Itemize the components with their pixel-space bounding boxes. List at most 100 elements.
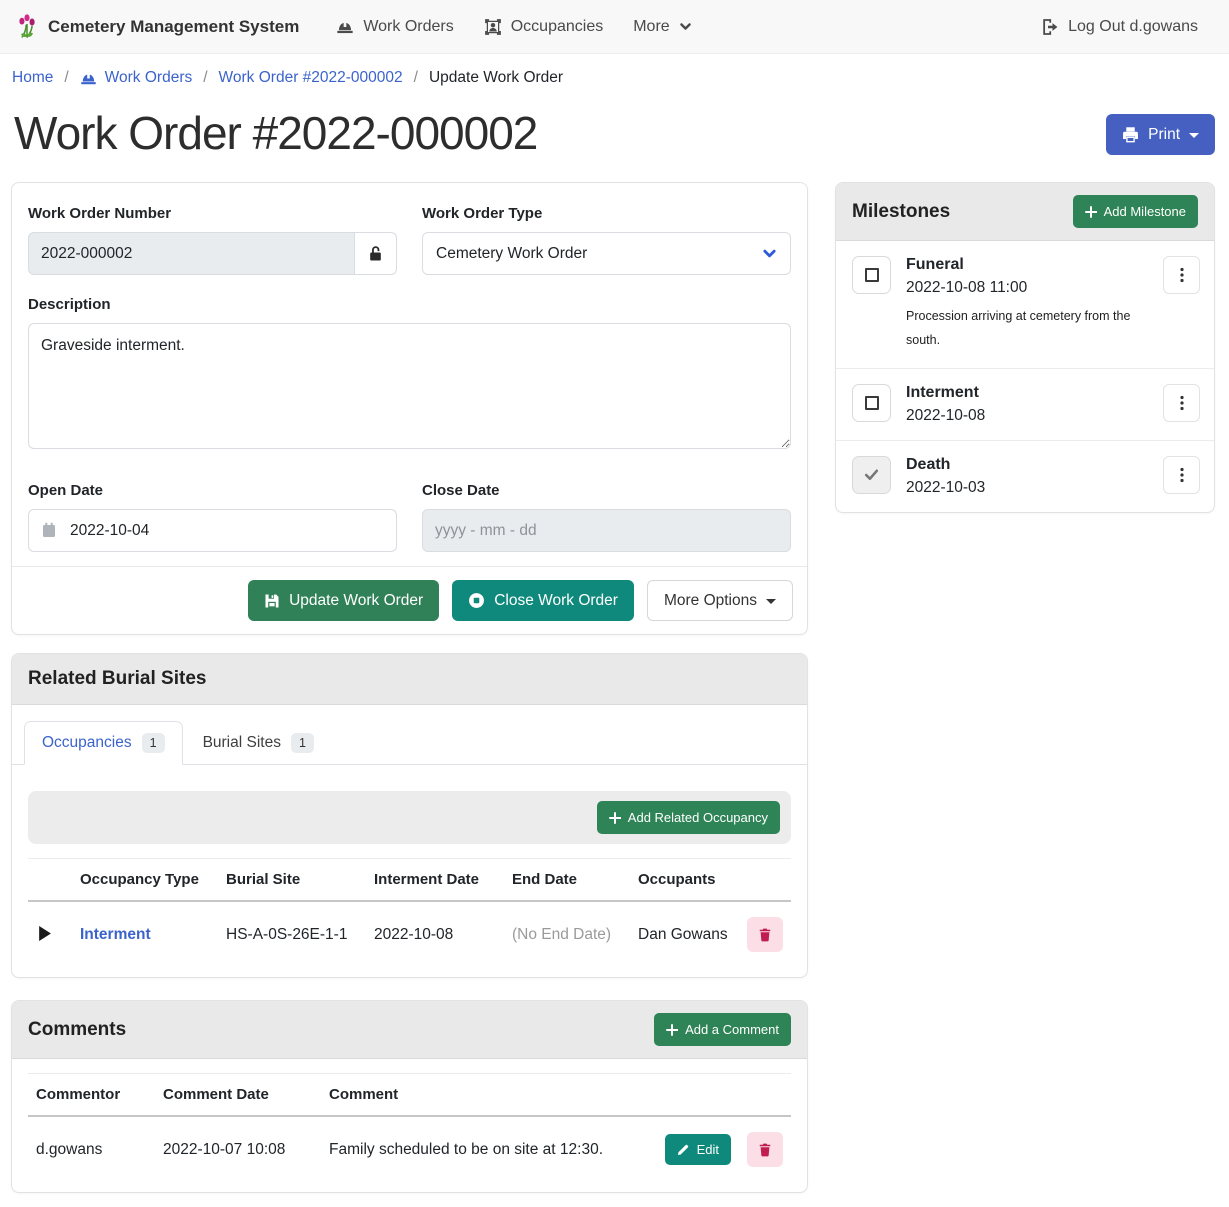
milestone-date: 2022-10-03 bbox=[906, 479, 1148, 497]
trash-icon bbox=[758, 927, 772, 942]
comments-card-header: Comments Add a Comment bbox=[12, 1001, 807, 1059]
checkbox-unchecked-icon bbox=[865, 268, 879, 282]
milestone-checkbox[interactable] bbox=[852, 384, 891, 422]
delete-occupancy-button[interactable] bbox=[747, 917, 783, 952]
nav-item-work-orders[interactable]: Work Orders bbox=[321, 0, 468, 54]
expand-row-button[interactable] bbox=[36, 924, 53, 943]
work-order-number-label: Work Order Number bbox=[28, 205, 397, 222]
occupancy-table-row: Interment HS-A-0S-26E-1-1 2022-10-08 (No… bbox=[28, 901, 791, 967]
comments-header-row: Commentor Comment Date Comment bbox=[28, 1074, 791, 1117]
milestone-date: 2022-10-08 11:00 bbox=[906, 279, 1148, 297]
breadcrumb-home[interactable]: Home bbox=[12, 69, 53, 87]
milestone-checkbox-checked[interactable] bbox=[852, 456, 891, 494]
milestone-menu-button[interactable] bbox=[1163, 456, 1200, 494]
breadcrumb-separator: / bbox=[414, 69, 418, 87]
app-brand[interactable]: Cemetery Management System bbox=[16, 13, 299, 40]
edit-comment-button[interactable]: Edit bbox=[665, 1134, 731, 1165]
work-order-number-input bbox=[28, 232, 354, 275]
milestones-card-title: Milestones bbox=[852, 201, 950, 223]
interment-date-cell: 2022-10-08 bbox=[366, 901, 504, 967]
comment-table-row: d.gowans 2022-10-07 10:08 Family schedul… bbox=[28, 1116, 791, 1182]
milestones-card-header: Milestones Add Milestone bbox=[836, 183, 1214, 241]
delete-comment-button[interactable] bbox=[747, 1132, 783, 1167]
burial-site-header: Burial Site bbox=[218, 859, 366, 902]
tab-burial-sites-count: 1 bbox=[291, 733, 314, 753]
comments-table: Commentor Comment Date Comment d.gowans … bbox=[28, 1073, 791, 1182]
form-footer: Update Work Order Close Work Order More … bbox=[12, 566, 807, 634]
tab-occupancies-label: Occupancies bbox=[42, 734, 132, 752]
add-related-occupancy-label: Add Related Occupancy bbox=[628, 810, 768, 825]
occupancies-table: Occupancy Type Burial Site Interment Dat… bbox=[28, 858, 791, 967]
add-milestone-button[interactable]: Add Milestone bbox=[1073, 195, 1198, 228]
breadcrumb-separator: / bbox=[203, 69, 207, 87]
milestone-item-funeral: Funeral 2022-10-08 11:00 Procession arri… bbox=[836, 241, 1214, 369]
page-title: Work Order #2022-000002 bbox=[14, 106, 537, 160]
comment-date-cell: 2022-10-07 10:08 bbox=[155, 1116, 321, 1182]
milestone-description: Procession arriving at cemetery from the… bbox=[906, 305, 1134, 353]
more-options-button[interactable]: More Options bbox=[647, 580, 793, 621]
kebab-icon bbox=[1180, 395, 1184, 411]
edit-comment-label: Edit bbox=[697, 1142, 719, 1157]
milestone-checkbox[interactable] bbox=[852, 256, 891, 294]
related-burial-sites-card: Related Burial Sites Occupancies 1 Buria… bbox=[11, 653, 808, 978]
work-order-number-field: Work Order Number bbox=[28, 198, 397, 275]
hard-hat-icon bbox=[336, 18, 354, 36]
nav-item-occupancies[interactable]: Occupancies bbox=[469, 0, 619, 54]
trash-icon bbox=[758, 1142, 772, 1157]
comments-card: Comments Add a Comment Commentor Comment… bbox=[11, 1000, 808, 1193]
work-order-type-value: Cemetery Work Order bbox=[436, 245, 587, 263]
work-order-type-label: Work Order Type bbox=[422, 205, 791, 222]
add-milestone-label: Add Milestone bbox=[1104, 204, 1186, 219]
milestone-name: Interment bbox=[906, 384, 1148, 402]
logout-label: Log Out d.gowans bbox=[1068, 18, 1198, 36]
end-date-header: End Date bbox=[504, 859, 630, 902]
top-navbar: Cemetery Management System Work Orders O… bbox=[0, 0, 1229, 54]
related-card-title: Related Burial Sites bbox=[28, 668, 206, 690]
logout-button[interactable]: Log Out d.gowans bbox=[1026, 0, 1213, 54]
milestones-card: Milestones Add Milestone Funeral 2022-10… bbox=[835, 182, 1215, 513]
milestone-menu-button[interactable] bbox=[1163, 256, 1200, 294]
nav-more-label: More bbox=[633, 18, 669, 36]
expand-column-header bbox=[28, 859, 72, 902]
chevron-down-icon bbox=[762, 246, 777, 261]
breadcrumb-work-orders-label: Work Orders bbox=[105, 69, 193, 87]
print-button[interactable]: Print bbox=[1106, 114, 1215, 155]
open-date-input[interactable] bbox=[28, 509, 397, 552]
occupancy-type-header: Occupancy Type bbox=[72, 859, 218, 902]
description-textarea[interactable]: Graveside interment. bbox=[28, 323, 791, 449]
add-comment-label: Add a Comment bbox=[685, 1022, 779, 1037]
logout-icon bbox=[1041, 18, 1059, 36]
work-order-type-field: Work Order Type Cemetery Work Order bbox=[422, 198, 791, 275]
app-brand-label: Cemetery Management System bbox=[48, 17, 299, 37]
work-order-type-select[interactable]: Cemetery Work Order bbox=[422, 232, 791, 275]
play-icon bbox=[38, 926, 51, 941]
breadcrumb-work-order-number[interactable]: Work Order #2022-000002 bbox=[219, 69, 403, 87]
close-date-label: Close Date bbox=[422, 482, 791, 499]
kebab-icon bbox=[1180, 467, 1184, 483]
occupancy-type-link[interactable]: Interment bbox=[80, 926, 151, 943]
occupancies-toolbar: Add Related Occupancy bbox=[28, 791, 791, 844]
milestone-menu-button[interactable] bbox=[1163, 384, 1200, 422]
side-column: Milestones Add Milestone Funeral 2022-10… bbox=[835, 182, 1215, 513]
tab-burial-sites[interactable]: Burial Sites 1 bbox=[185, 721, 332, 765]
commentor-header: Commentor bbox=[28, 1074, 155, 1117]
update-work-order-button[interactable]: Update Work Order bbox=[248, 580, 439, 621]
occupants-header: Occupants bbox=[630, 859, 739, 902]
nav-item-more[interactable]: More bbox=[618, 0, 706, 54]
plus-icon bbox=[1085, 206, 1097, 218]
breadcrumb-work-orders[interactable]: Work Orders bbox=[80, 69, 193, 87]
print-label: Print bbox=[1148, 126, 1180, 144]
occupancies-header-row: Occupancy Type Burial Site Interment Dat… bbox=[28, 859, 791, 902]
unlock-button[interactable] bbox=[354, 232, 397, 275]
tab-occupancies[interactable]: Occupancies 1 bbox=[24, 721, 183, 765]
comment-cell: Family scheduled to be on site at 12:30. bbox=[321, 1116, 657, 1182]
unlock-icon bbox=[367, 245, 384, 262]
add-comment-button[interactable]: Add a Comment bbox=[654, 1013, 791, 1046]
pencil-icon bbox=[677, 1143, 690, 1156]
close-work-order-label: Close Work Order bbox=[494, 592, 618, 610]
add-related-occupancy-button[interactable]: Add Related Occupancy bbox=[597, 801, 780, 834]
milestone-name: Death bbox=[906, 456, 1148, 474]
close-work-order-button[interactable]: Close Work Order bbox=[452, 580, 634, 621]
comment-date-header: Comment Date bbox=[155, 1074, 321, 1117]
comments-card-title: Comments bbox=[28, 1019, 126, 1041]
